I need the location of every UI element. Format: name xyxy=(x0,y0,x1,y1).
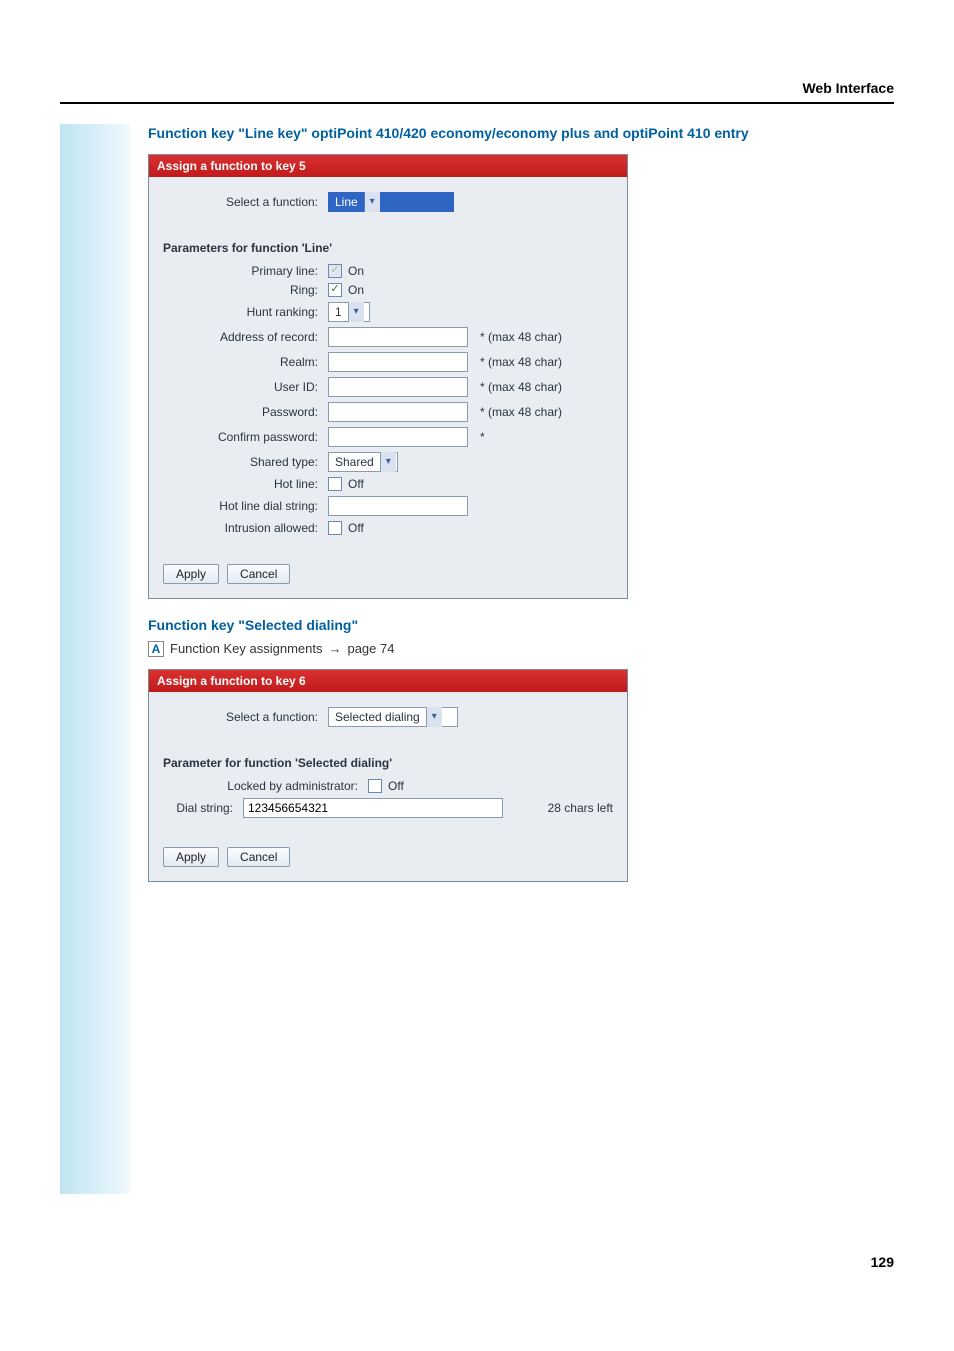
select-function-value: Line xyxy=(335,195,358,209)
primary-line-checkbox: ✓ xyxy=(328,264,342,278)
address-of-record-label: Address of record: xyxy=(163,330,328,344)
primary-line-label: Primary line: xyxy=(163,264,328,278)
hot-line-off: Off xyxy=(348,477,364,491)
a-badge-icon: A xyxy=(148,641,164,657)
locked-by-admin-label: Locked by administrator: xyxy=(163,779,368,793)
chevron-down-icon: ▾ xyxy=(364,192,380,212)
panel2-title: Assign a function to key 6 xyxy=(149,670,627,692)
intrusion-allowed-off: Off xyxy=(348,521,364,535)
arrow-right-icon: → xyxy=(328,641,341,656)
chars-left: 28 chars left xyxy=(548,801,613,815)
ring-label: Ring: xyxy=(163,283,328,297)
select-function-label: Select a function: xyxy=(163,195,328,209)
panel1-title: Assign a function to key 5 xyxy=(149,155,627,177)
realm-input[interactable] xyxy=(328,352,468,372)
ring-on: On xyxy=(348,283,364,297)
password-note: * (max 48 char) xyxy=(480,405,562,419)
cancel-button-2[interactable]: Cancel xyxy=(227,847,290,867)
confirm-password-note: * xyxy=(480,430,485,444)
select-function-dropdown[interactable]: Line ▾ xyxy=(328,192,454,212)
hot-line-checkbox[interactable] xyxy=(328,477,342,491)
reference-page: page 74 xyxy=(347,641,394,656)
assign-function-key6-panel: Assign a function to key 6 Select a func… xyxy=(148,669,628,882)
section2-heading: Function key "Selected dialing" xyxy=(148,617,894,633)
shared-type-label: Shared type: xyxy=(163,455,328,469)
locked-by-admin-checkbox[interactable] xyxy=(368,779,382,793)
confirm-password-input[interactable] xyxy=(328,427,468,447)
address-of-record-input[interactable] xyxy=(328,327,468,347)
shared-type-dropdown[interactable]: Shared ▾ xyxy=(328,452,398,472)
user-id-note: * (max 48 char) xyxy=(480,380,562,394)
hot-line-label: Hot line: xyxy=(163,477,328,491)
shared-type-value: Shared xyxy=(335,455,374,469)
header-section: Web Interface xyxy=(60,80,894,104)
select-function-label-2: Select a function: xyxy=(163,710,328,724)
reference-text: Function Key assignments xyxy=(170,641,322,656)
realm-note: * (max 48 char) xyxy=(480,355,562,369)
cancel-button[interactable]: Cancel xyxy=(227,564,290,584)
chevron-down-icon: ▾ xyxy=(380,452,396,472)
hunt-ranking-value: 1 xyxy=(335,305,342,319)
hunt-ranking-dropdown[interactable]: 1 ▾ xyxy=(328,302,370,322)
assign-function-key5-panel: Assign a function to key 5 Select a func… xyxy=(148,154,628,599)
panel1-params-heading: Parameters for function 'Line' xyxy=(149,231,627,259)
hot-line-dial-string-input[interactable] xyxy=(328,496,468,516)
apply-button-2[interactable]: Apply xyxy=(163,847,219,867)
password-label: Password: xyxy=(163,405,328,419)
locked-by-admin-off: Off xyxy=(388,779,404,793)
confirm-password-label: Confirm password: xyxy=(163,430,328,444)
hunt-ranking-label: Hunt ranking: xyxy=(163,305,328,319)
dial-string-label: Dial string: xyxy=(163,801,243,815)
hot-line-dial-string-label: Hot line dial string: xyxy=(163,499,328,513)
select-function-dropdown-2[interactable]: Selected dialing ▾ xyxy=(328,707,458,727)
intrusion-allowed-checkbox[interactable] xyxy=(328,521,342,535)
user-id-label: User ID: xyxy=(163,380,328,394)
password-input[interactable] xyxy=(328,402,468,422)
apply-button[interactable]: Apply xyxy=(163,564,219,584)
address-of-record-note: * (max 48 char) xyxy=(480,330,562,344)
realm-label: Realm: xyxy=(163,355,328,369)
dial-string-input[interactable] xyxy=(243,798,503,818)
margin-column xyxy=(60,124,130,1194)
intrusion-allowed-label: Intrusion allowed: xyxy=(163,521,328,535)
select-function-value-2: Selected dialing xyxy=(335,710,420,724)
page-number: 129 xyxy=(60,1194,894,1270)
primary-line-on: On xyxy=(348,264,364,278)
reference-line: A Function Key assignments → page 74 xyxy=(148,641,894,657)
chevron-down-icon: ▾ xyxy=(348,302,364,322)
margin-blue-bar xyxy=(60,124,130,1194)
chevron-down-icon: ▾ xyxy=(426,707,442,727)
section1-heading: Function key "Line key" optiPoint 410/42… xyxy=(148,124,894,144)
user-id-input[interactable] xyxy=(328,377,468,397)
ring-checkbox[interactable]: ✓ xyxy=(328,283,342,297)
panel2-params-heading: Parameter for function 'Selected dialing… xyxy=(149,746,627,774)
